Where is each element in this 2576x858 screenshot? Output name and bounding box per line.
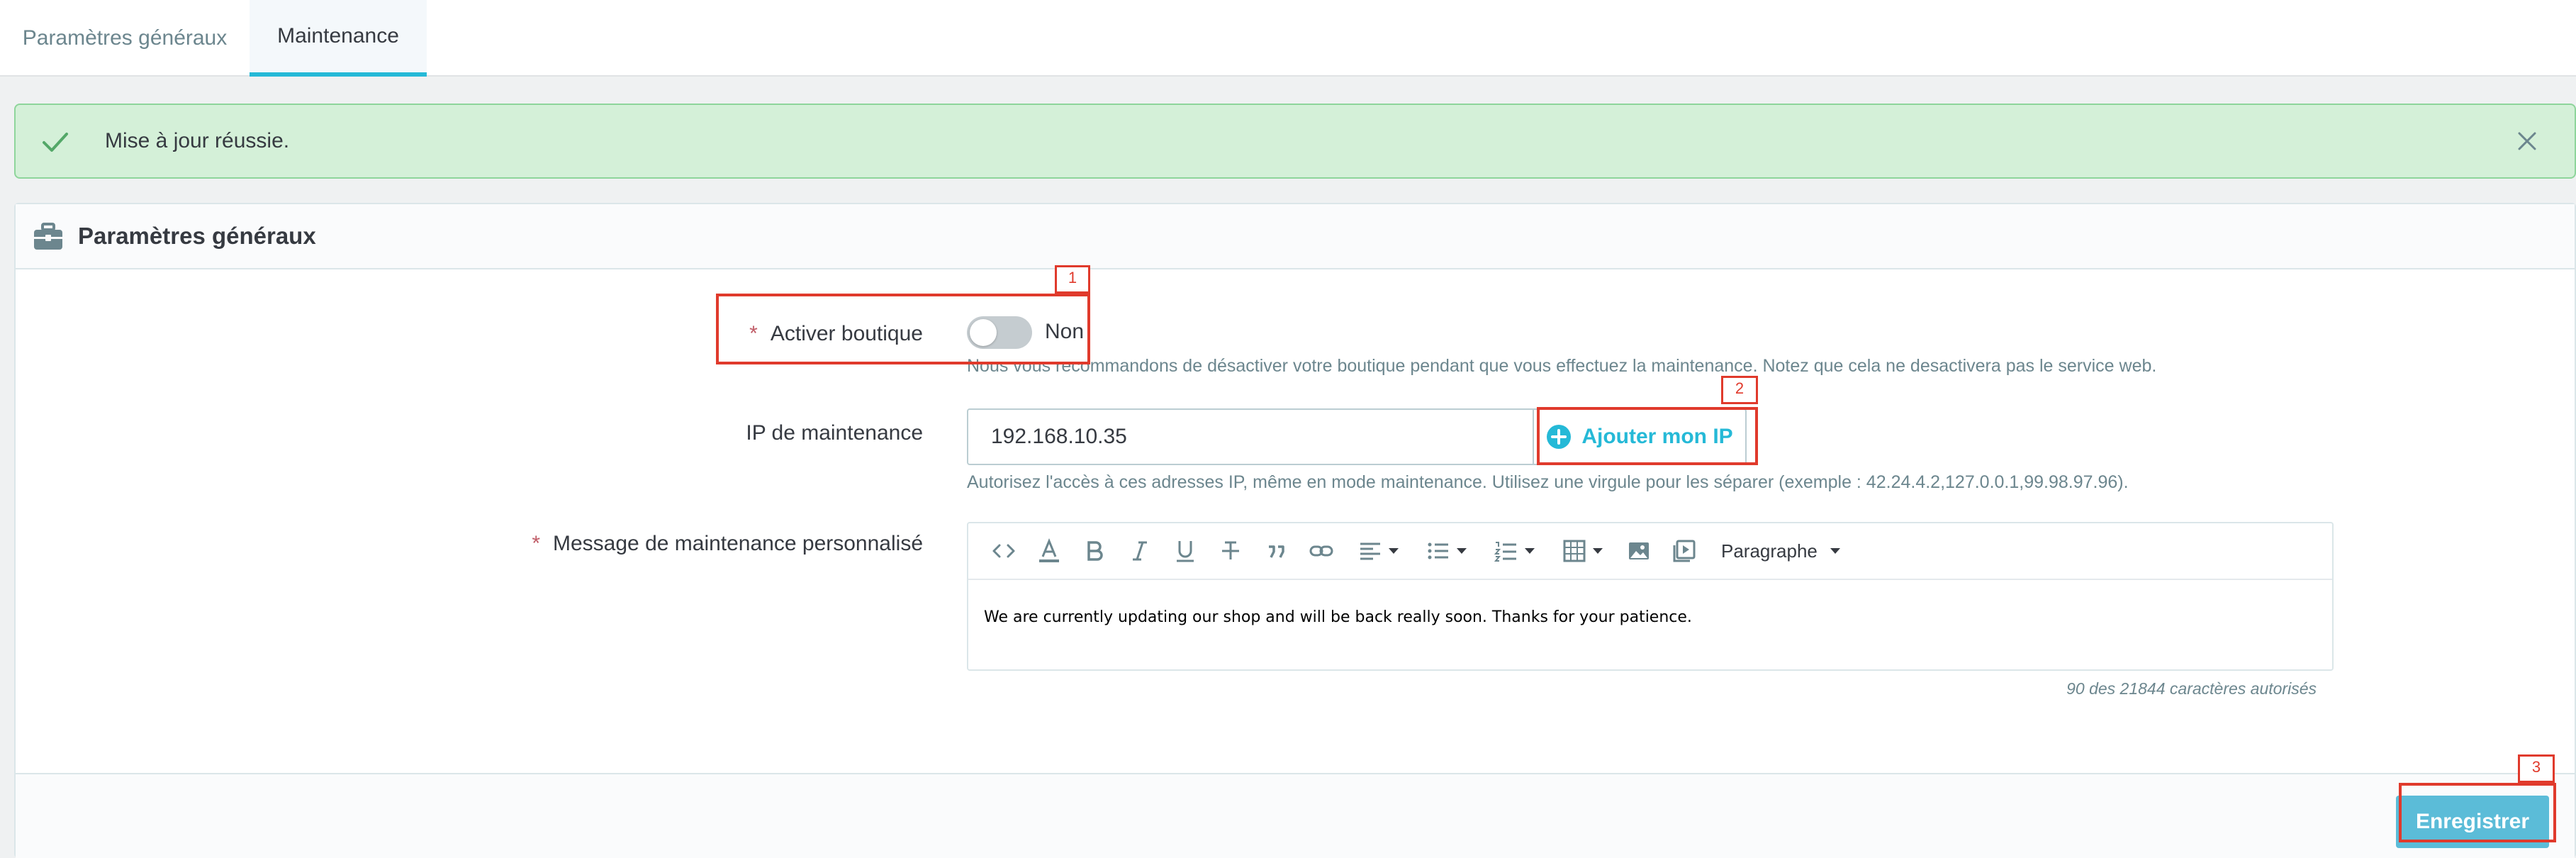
rich-text-editor[interactable]: Paragraphe We are currently updating our… bbox=[967, 522, 2334, 671]
strikethrough-icon bbox=[1222, 541, 1239, 559]
bullet-list-icon bbox=[1428, 542, 1448, 559]
insert-image-button[interactable] bbox=[1616, 523, 1662, 579]
chevron-down-icon bbox=[1525, 548, 1535, 554]
table-dropdown[interactable] bbox=[1548, 523, 1616, 579]
source-code-button[interactable] bbox=[981, 523, 1026, 579]
editor-content[interactable]: We are currently updating our shop and w… bbox=[984, 608, 1692, 626]
text-color-button[interactable] bbox=[1026, 523, 1072, 579]
underline-button[interactable] bbox=[1163, 523, 1208, 579]
chevron-down-icon bbox=[1389, 548, 1399, 554]
check-icon bbox=[43, 133, 68, 152]
insert-media-button[interactable] bbox=[1662, 523, 1707, 579]
maintenance-ip-input[interactable] bbox=[967, 408, 1534, 465]
annotation-label-2: 2 bbox=[1721, 376, 1758, 404]
paragraph-format-select[interactable]: Paragraphe bbox=[1707, 523, 1854, 579]
alert-message: Mise à jour réussie. bbox=[105, 129, 290, 152]
close-icon[interactable] bbox=[2515, 129, 2539, 153]
briefcase-icon bbox=[34, 223, 62, 250]
annotation-box-2 bbox=[1537, 407, 1758, 465]
panel-title: Paramètres généraux bbox=[78, 223, 316, 249]
editor-toolbar: Paragraphe bbox=[968, 523, 2332, 580]
annotation-box-1 bbox=[716, 294, 1090, 364]
annotation-box-3 bbox=[2399, 783, 2556, 842]
chevron-down-icon bbox=[1457, 548, 1467, 554]
tab-bar: Paramètres généraux Maintenance bbox=[0, 0, 2576, 77]
maintenance-ip-help: Autorisez l'accès à ces adresses IP, mêm… bbox=[967, 472, 2129, 492]
numbered-list-dropdown[interactable] bbox=[1480, 523, 1548, 579]
annotation-label-3: 3 bbox=[2518, 754, 2555, 783]
media-icon bbox=[1673, 540, 1696, 562]
code-icon bbox=[992, 544, 1015, 558]
bullet-list-dropdown[interactable] bbox=[1412, 523, 1480, 579]
align-dropdown[interactable] bbox=[1344, 523, 1412, 579]
bold-button[interactable] bbox=[1072, 523, 1117, 579]
italic-icon bbox=[1133, 541, 1147, 561]
custom-message-label: * Message de maintenance personnalisé bbox=[532, 532, 923, 555]
maintenance-ip-label: IP de maintenance bbox=[746, 421, 923, 445]
link-button[interactable] bbox=[1299, 523, 1344, 579]
settings-panel: Paramètres généraux * Activer boutique No… bbox=[14, 203, 2576, 858]
strikethrough-button[interactable] bbox=[1208, 523, 1253, 579]
enable-shop-help: Nous vous recommandons de désactiver vot… bbox=[967, 356, 2157, 376]
blockquote-button[interactable] bbox=[1253, 523, 1299, 579]
chevron-down-icon bbox=[1830, 548, 1840, 554]
chevron-down-icon bbox=[1593, 548, 1603, 554]
tab-maintenance[interactable]: Maintenance bbox=[250, 0, 427, 77]
panel-footer: Enregistrer bbox=[16, 773, 2575, 858]
tab-general-settings[interactable]: Paramètres généraux bbox=[0, 0, 250, 77]
success-alert: Mise à jour réussie. bbox=[14, 104, 2576, 179]
numbered-list-icon bbox=[1494, 542, 1516, 562]
link-icon bbox=[1309, 545, 1333, 557]
paragraph-format-label: Paragraphe bbox=[1721, 540, 1818, 562]
align-left-icon bbox=[1360, 542, 1380, 560]
text-color-icon bbox=[1039, 538, 1059, 562]
image-icon bbox=[1629, 542, 1649, 559]
underline-icon bbox=[1177, 541, 1194, 562]
annotation-label-1: 1 bbox=[1055, 265, 1090, 294]
quote-icon bbox=[1269, 545, 1284, 558]
table-icon bbox=[1563, 540, 1586, 562]
character-counter: 90 des 21844 caractères autorisés bbox=[2066, 679, 2317, 698]
bold-icon bbox=[1087, 541, 1103, 561]
panel-header: Paramètres généraux bbox=[16, 204, 2575, 269]
italic-button[interactable] bbox=[1117, 523, 1163, 579]
